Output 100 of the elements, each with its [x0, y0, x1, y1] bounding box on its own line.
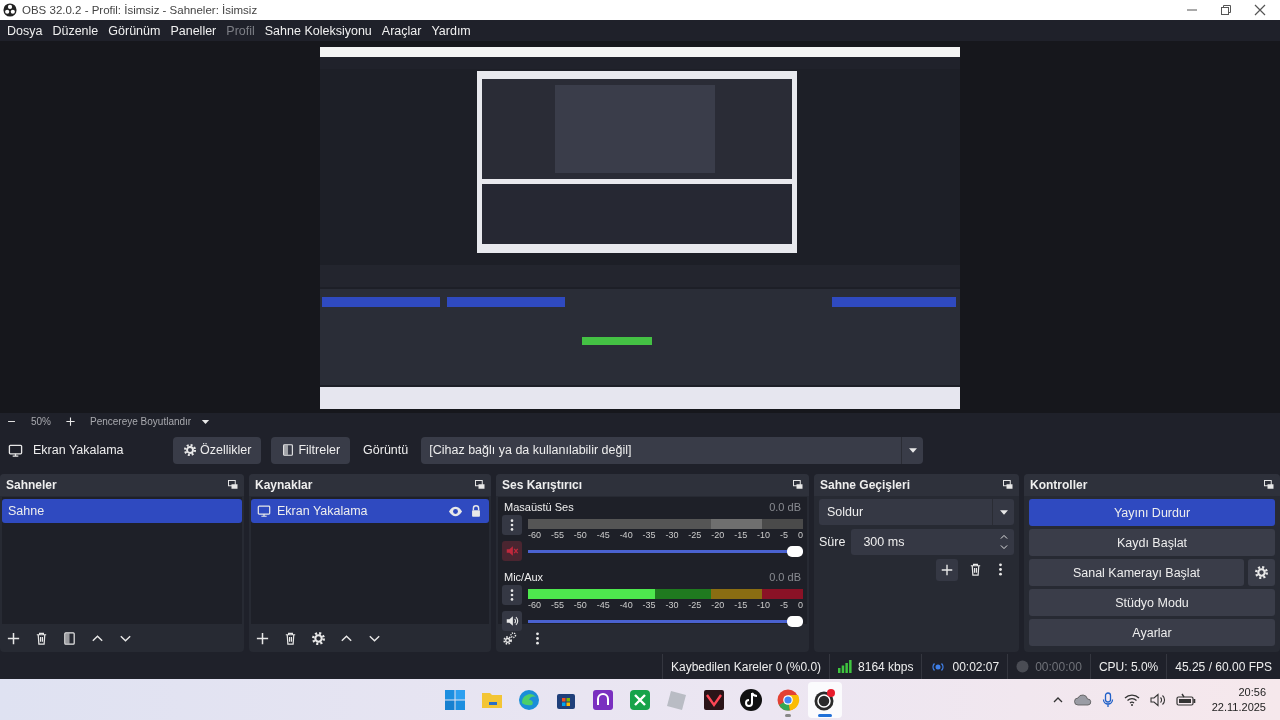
scale-label: -35 [642, 530, 656, 541]
transition-dropdown[interactable]: Soldur [819, 499, 1014, 525]
menu-item[interactable]: Görünüm [103, 23, 166, 38]
control-button[interactable]: Kaydı Başlat [1029, 529, 1275, 556]
add-icon [940, 563, 954, 577]
scale-label: -50 [573, 600, 587, 611]
control-button[interactable]: Yayını Durdur [1029, 499, 1275, 526]
monitor-icon [257, 504, 271, 518]
scale-label: -55 [550, 600, 564, 611]
scale-label: -60 [528, 600, 541, 611]
logo-icon [3, 3, 17, 17]
control-button[interactable]: Stüdyo Modu [1029, 589, 1275, 616]
filter-icon[interactable] [62, 630, 77, 646]
source-name: Ekran Yakalama [33, 443, 125, 457]
scene-item[interactable]: Sahne [2, 499, 242, 523]
float-icon[interactable] [792, 479, 804, 491]
scale-label: -45 [596, 530, 610, 541]
float-icon[interactable] [474, 479, 486, 491]
scale-label: -5 [779, 600, 788, 611]
menu-item[interactable]: Araçlar [376, 23, 427, 38]
dock-title: Kontroller [1030, 478, 1088, 492]
decrement-icon[interactable] [999, 542, 1009, 552]
scale-label: -15 [734, 600, 748, 611]
menu-item[interactable]: Düzenle [47, 23, 104, 38]
menu-item[interactable]: Paneller [165, 23, 222, 38]
microphone-icon[interactable] [1101, 691, 1114, 708]
delete-icon[interactable] [283, 630, 298, 646]
app-icon [591, 687, 615, 712]
dock-title: Kaynaklar [255, 478, 313, 492]
scale-label: -40 [619, 530, 633, 541]
dock-title: Sahne Geçişleri [820, 478, 911, 492]
filter-icon [281, 443, 296, 457]
zoom-level: 50% [31, 416, 51, 427]
speaker-icon[interactable] [1149, 692, 1166, 707]
scale-label: -15 [734, 530, 748, 541]
menu-item[interactable]: Yardım [426, 23, 476, 38]
channel-menu-button[interactable] [502, 585, 522, 605]
device-label: Görüntü [363, 443, 409, 457]
maximize-icon[interactable] [1220, 4, 1232, 16]
scale-label: 0 [797, 530, 803, 541]
gear-icon[interactable] [311, 630, 326, 646]
device-dropdown[interactable]: [Cihaz bağlı ya da kullanılabilir değil] [421, 436, 924, 464]
source-label: Ekran Yakalama [277, 504, 369, 518]
scale-label: -20 [711, 530, 725, 541]
properties-button[interactable]: Özellikler [173, 436, 262, 464]
menu-item[interactable]: Dosya [2, 23, 48, 38]
duration-field[interactable]: 300 ms [851, 529, 1014, 555]
add-icon[interactable] [6, 630, 21, 646]
frame-rate: 45.25 / 60.00 FPS [1175, 659, 1272, 674]
delete-icon[interactable] [968, 562, 983, 577]
delete-icon[interactable] [34, 630, 49, 646]
scale-label: -55 [550, 530, 564, 541]
channel-menu-button[interactable] [502, 515, 522, 535]
clock-date: 22.11.2025 [1211, 699, 1266, 715]
scale-label: -60 [528, 530, 541, 541]
source-item[interactable]: Ekran Yakalama [251, 499, 489, 523]
volume-reading: 0.0 dB [769, 571, 801, 583]
stream-time: 00:02:07 [952, 659, 1000, 674]
cloud-icon[interactable] [1073, 693, 1092, 706]
plus-icon[interactable] [65, 416, 76, 427]
dock-title: Sahneler [6, 478, 57, 492]
float-icon[interactable] [227, 479, 239, 491]
music-note-icon [739, 687, 763, 712]
close-icon[interactable] [1254, 4, 1266, 16]
increment-icon[interactable] [999, 532, 1009, 542]
scale-label: -25 [688, 530, 702, 541]
float-icon[interactable] [1263, 479, 1275, 491]
settings-button[interactable] [1248, 559, 1275, 586]
add-button[interactable] [936, 559, 958, 581]
speaker-icon [505, 614, 519, 628]
browser-icon [517, 687, 541, 712]
signal-icon [838, 660, 853, 673]
scale-label: -35 [642, 600, 656, 611]
bitrate: 8164 kbps [858, 659, 914, 674]
battery-icon[interactable] [1175, 692, 1196, 707]
wifi-icon[interactable] [1123, 693, 1140, 706]
game-controller-icon [628, 687, 652, 712]
scale-label: -20 [711, 600, 725, 611]
scale-label: -40 [619, 600, 633, 611]
float-icon[interactable] [1002, 479, 1014, 491]
advanced-audio-icon[interactable] [502, 630, 517, 646]
scale-label: -50 [573, 530, 587, 541]
scale-label: -10 [757, 530, 771, 541]
filters-button[interactable]: Filtreler [271, 436, 351, 464]
add-icon[interactable] [255, 630, 270, 646]
clock-time: 20:56 [1238, 684, 1266, 700]
mute-button[interactable] [502, 611, 522, 631]
scale-label: -5 [779, 530, 788, 541]
control-button[interactable]: Ayarlar [1029, 619, 1275, 646]
volume-reading: 0.0 dB [769, 501, 801, 513]
lock-icon[interactable] [469, 504, 483, 518]
cpu-usage: CPU: 5.0% [1098, 659, 1159, 674]
start-icon [443, 687, 467, 712]
dock-title: Ses Karıştırıcı [502, 478, 583, 492]
control-button[interactable]: Sanal Kamerayı Başlat [1029, 559, 1244, 586]
taskbar-button[interactable] [808, 681, 842, 718]
monitor-icon [8, 442, 23, 458]
zoom-mode-dropdown[interactable]: Pencereye Boyutlandır [90, 415, 213, 428]
menu-item[interactable]: Sahne Koleksiyonu [259, 23, 377, 38]
scale-label: -10 [757, 600, 771, 611]
